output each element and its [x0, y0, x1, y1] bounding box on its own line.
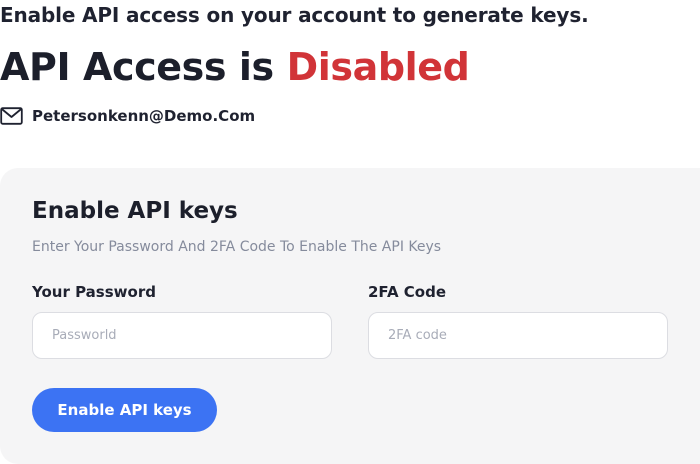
api-status-text: Disabled: [286, 45, 470, 89]
account-email-row: Petersonkenn@Demo.Com: [0, 106, 255, 126]
enable-api-keys-card: Enable API keys Enter Your Password And …: [0, 168, 700, 464]
card-title: Enable API keys: [32, 198, 238, 224]
card-description: Enter Your Password And 2FA Code To Enab…: [32, 239, 442, 255]
password-input[interactable]: [32, 312, 332, 359]
twofa-label: 2FA Code: [368, 283, 447, 301]
page-subtitle: Enable API access on your account to gen…: [0, 3, 589, 27]
password-label: Your Password: [32, 283, 156, 301]
twofa-input[interactable]: [368, 312, 668, 359]
account-email: Petersonkenn@Demo.Com: [32, 107, 256, 125]
title-prefix: API Access is: [0, 45, 274, 89]
enable-api-keys-button[interactable]: Enable API keys: [32, 388, 217, 432]
page-title: API Access is Disabled: [0, 43, 470, 91]
mail-icon: [0, 106, 24, 126]
